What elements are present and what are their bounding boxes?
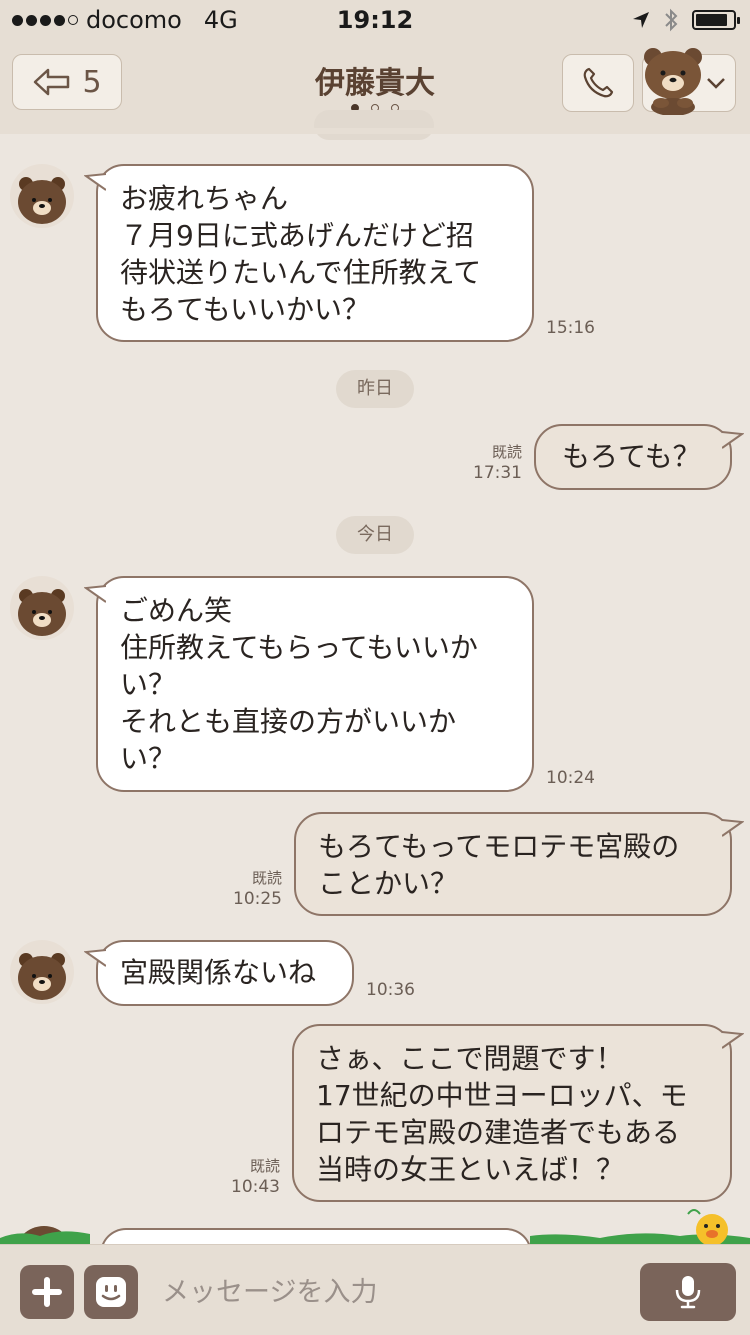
read-receipt: 既読 [249, 1157, 280, 1175]
bubble-tail [722, 1031, 744, 1049]
message-bubble-incoming[interactable]: ごめん笑 住所教えてもらってもいいか い？ それとも直接の方がいいか い？ [96, 576, 534, 792]
message-time: 10:24 [546, 768, 595, 788]
message-input-bar [0, 1244, 750, 1335]
bubble-tail [84, 173, 106, 191]
bear-avatar-icon [10, 940, 74, 1004]
bubble-tail [722, 819, 744, 837]
message-meta: 既読 10:25 [228, 868, 282, 910]
date-pill-hidden [314, 110, 434, 140]
read-receipt: 既読 [491, 443, 522, 461]
chick-sticker-icon [687, 1209, 728, 1246]
bear-avatar-icon [644, 48, 702, 115]
message-time: 15:16 [546, 318, 595, 338]
add-button[interactable] [20, 1265, 74, 1319]
chevron-down-icon [704, 73, 728, 93]
microphone-icon [675, 1276, 701, 1309]
message-time: 10:36 [366, 980, 415, 1000]
avatar[interactable] [10, 940, 74, 1004]
avatar[interactable] [10, 164, 74, 228]
bluetooth-icon [665, 8, 678, 32]
call-button[interactable] [562, 54, 634, 112]
bubble-tail [84, 949, 106, 967]
location-arrow-icon [633, 12, 649, 28]
header-shadow [0, 128, 750, 134]
message-bubble-incoming[interactable]: 宮殿関係ないね [96, 940, 354, 1006]
date-pill-today: 今日 [336, 516, 414, 554]
emoji-icon [96, 1277, 126, 1307]
message-bubble-outgoing[interactable]: さぁ、ここで問題です！ 17世紀の中世ヨーロッパ、モ ロテモ宮殿の建造者でもある… [292, 1024, 732, 1202]
read-receipt: 既読 [251, 869, 282, 887]
message-bubble-incoming[interactable]: お疲れちゃん ７月9日に式あげんだけど招 待状送りたいんで住所教えて もろてもい… [96, 164, 534, 342]
message-time: 17:31 [473, 463, 522, 483]
message-time: 10:25 [233, 889, 282, 909]
bear-avatar-icon [10, 576, 74, 640]
date-pill-yesterday: 昨日 [336, 370, 414, 408]
plus-icon [32, 1277, 62, 1307]
bear-avatar-icon [10, 164, 74, 228]
avatar[interactable] [10, 576, 74, 640]
phone-icon [583, 67, 614, 98]
bubble-tail [84, 585, 106, 603]
menu-button[interactable] [642, 48, 736, 115]
message-meta: 既読 10:43 [226, 1156, 280, 1198]
battery-icon [692, 10, 740, 30]
status-right [632, 8, 740, 32]
emoji-button[interactable] [84, 1265, 138, 1319]
message-bubble-outgoing[interactable]: もろてもってモロテモ宮殿の ことかい？ [294, 812, 732, 916]
message-meta: 既読 17:31 [470, 442, 522, 484]
status-bar: docomo 4G 19:12 [0, 0, 750, 40]
microphone-button[interactable] [640, 1263, 736, 1321]
message-bubble-outgoing[interactable]: もろても？ [534, 424, 732, 490]
message-time: 10:43 [231, 1177, 280, 1197]
chat-title: 伊藤貴大 [315, 66, 435, 101]
message-input[interactable] [160, 1269, 624, 1315]
bubble-tail [722, 431, 744, 449]
